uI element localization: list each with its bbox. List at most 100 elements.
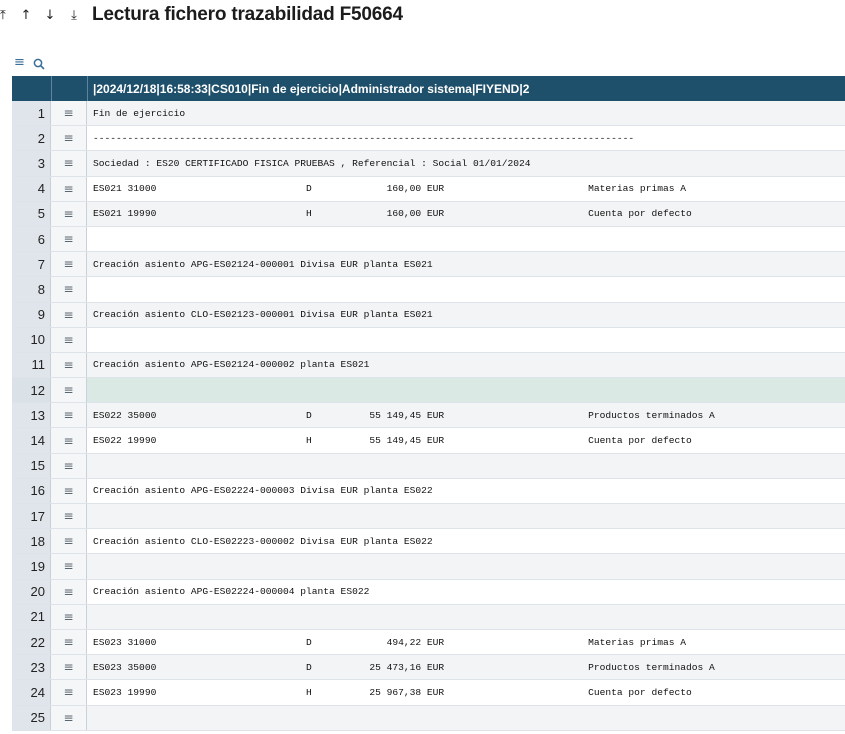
toolbar: ⤒ ↑ ↓ ⤓ Lectura fichero trazabilidad F50…	[0, 0, 845, 30]
table-row[interactable]: 4 ≡ ES021 31000 D 160,00 EUR Materias prim…	[12, 176, 845, 202]
table-body: 1 ≡ Fin de ejercicio 2 ≡ --------------------…	[12, 101, 845, 731]
table-row[interactable]: 11 ≡ Creación asiento APG-ES02124-000002 p…	[12, 352, 845, 379]
row-menu-icon[interactable]: ≡	[51, 403, 87, 428]
row-menu-icon[interactable]: ≡	[51, 126, 87, 151]
previous-record-icon[interactable]: ↑	[14, 2, 38, 28]
row-menu-icon[interactable]: ≡	[51, 151, 87, 176]
first-record-icon[interactable]: ⤒	[0, 2, 14, 28]
row-number: 22	[12, 629, 51, 655]
trace-table: |2024/12/18|16:58:33|CS010|Fin de ejerci…	[12, 76, 845, 731]
row-number: 9	[12, 302, 51, 327]
row-number: 10	[12, 327, 51, 352]
row-text	[87, 554, 845, 579]
row-number: 19	[12, 554, 51, 579]
table-row[interactable]: 13 ≡ ES022 35000 D 55 149,45 EUR Productos…	[12, 403, 845, 429]
row-menu-icon[interactable]: ≡	[51, 478, 87, 503]
row-menu-icon[interactable]: ≡	[51, 680, 87, 705]
row-number: 3	[12, 151, 51, 176]
table-row[interactable]: 19 ≡	[12, 554, 845, 580]
row-menu-icon[interactable]: ≡	[51, 554, 87, 579]
row-text: Creación asiento CLO-ES02123-000001 Divi…	[87, 302, 845, 327]
row-number: 5	[12, 201, 51, 226]
page-title: Lectura fichero trazabilidad F50664	[92, 4, 403, 25]
row-number: 4	[12, 176, 51, 201]
row-text: ES023 31000 D 494,22 EUR Materias primas…	[93, 636, 686, 648]
row-text: Fin de ejercicio	[87, 101, 845, 126]
table-row[interactable]: 9 ≡ Creación asiento CLO-ES02123-000001 Di…	[12, 302, 845, 328]
grid-tools: ≡	[14, 55, 45, 70]
table-row[interactable]: 16 ≡ Creación asiento APG-ES02224-000003 D…	[12, 478, 845, 504]
row-number: 20	[12, 579, 51, 604]
row-text: ES023 19990 H 25 967,38 EUR Cuenta por d…	[93, 686, 692, 698]
table-row[interactable]: 14 ≡ ES022 19990 H 55 149,45 EUR Cuenta po…	[12, 428, 845, 454]
row-menu-icon[interactable]: ≡	[51, 252, 87, 277]
row-menu-icon[interactable]: ≡	[51, 327, 87, 352]
row-menu-icon[interactable]: ≡	[51, 352, 87, 378]
row-menu-icon[interactable]: ≡	[51, 629, 87, 655]
header-menu-cell	[52, 76, 88, 101]
table-row[interactable]: 22 ≡ ES023 31000 D 494,22 EUR Materias pri…	[12, 629, 845, 656]
header-text: |2024/12/18|16:58:33|CS010|Fin de ejerci…	[93, 81, 530, 96]
table-row[interactable]: 7 ≡ Creación asiento APG-ES02124-000001 Di…	[12, 252, 845, 278]
row-text	[87, 453, 845, 478]
search-icon[interactable]	[33, 57, 45, 70]
table-row[interactable]: 6 ≡	[12, 226, 845, 253]
row-number: 7	[12, 252, 51, 277]
row-text: ----------------------------------------…	[93, 132, 635, 144]
row-text	[87, 277, 845, 301]
row-text: ES022 35000 D 55 149,45 EUR Productos te…	[87, 403, 845, 428]
row-menu-icon[interactable]: ≡	[51, 604, 87, 629]
row-menu-icon[interactable]: ≡	[51, 705, 87, 730]
row-text: ES021 31000 D 160,00 EUR Materias primas…	[93, 183, 686, 195]
last-record-icon[interactable]: ⤓	[62, 2, 86, 28]
table-row[interactable]: 20 ≡ Creación asiento APG-ES02224-000004 p…	[12, 579, 845, 605]
row-text	[87, 705, 845, 730]
row-menu-icon[interactable]: ≡	[51, 176, 87, 201]
row-number: 13	[12, 403, 51, 428]
row-menu-icon[interactable]: ≡	[51, 453, 87, 478]
header-row-number-cell	[12, 76, 52, 101]
table-row[interactable]: 17 ≡	[12, 504, 845, 530]
row-number: 21	[12, 604, 51, 629]
table-row[interactable]: 21 ≡	[12, 604, 845, 630]
next-record-icon[interactable]: ↓	[38, 2, 62, 28]
row-number: 23	[12, 655, 51, 680]
row-menu-icon[interactable]: ≡	[51, 579, 87, 604]
row-menu-icon[interactable]: ≡	[51, 302, 87, 327]
row-menu-icon[interactable]: ≡	[51, 529, 87, 554]
table-row[interactable]: 15 ≡	[12, 453, 845, 479]
row-menu-icon[interactable]: ≡	[51, 504, 87, 529]
row-number: 18	[12, 529, 51, 554]
table-row[interactable]: 10 ≡	[12, 327, 845, 353]
row-menu-icon[interactable]: ≡	[51, 378, 87, 403]
row-text	[87, 227, 845, 251]
row-number: 2	[12, 126, 51, 151]
table-row[interactable]: 24 ≡ ES023 19990 H 25 967,38 EUR Cuenta po…	[12, 680, 845, 706]
table-row[interactable]: 25 ≡	[12, 705, 845, 731]
grid-menu-icon[interactable]: ≡	[14, 55, 25, 70]
table-row[interactable]: 5 ≡ ES021 19990 H 160,00 EUR Cuenta por de…	[12, 201, 845, 227]
row-text: ES021 19990 H 160,00 EUR Cuenta por defe…	[87, 201, 845, 226]
table-row[interactable]: 2 ≡ --------------------------------------…	[12, 126, 845, 152]
row-menu-icon[interactable]: ≡	[51, 428, 87, 453]
table-row[interactable]: 23 ≡ ES023 35000 D 25 473,16 EUR Productos…	[12, 655, 845, 681]
table-row[interactable]: 12 ≡	[12, 378, 845, 404]
row-menu-icon[interactable]: ≡	[51, 201, 87, 226]
row-text: ES022 19990 H 55 149,45 EUR Cuenta por d…	[93, 435, 692, 447]
row-number: 11	[12, 352, 51, 378]
row-menu-icon[interactable]: ≡	[51, 277, 87, 302]
table-row[interactable]: 1 ≡ Fin de ejercicio	[12, 101, 845, 127]
row-menu-icon[interactable]: ≡	[51, 101, 87, 126]
row-number: 6	[12, 226, 51, 252]
table-row[interactable]: 18 ≡ Creación asiento CLO-ES02223-000002 D…	[12, 529, 845, 555]
row-menu-icon[interactable]: ≡	[51, 226, 87, 252]
row-text	[87, 604, 845, 629]
row-text: Creación asiento APG-ES02224-000003 Divi…	[93, 485, 433, 497]
table-row[interactable]: 8 ≡	[12, 277, 845, 303]
row-menu-icon[interactable]: ≡	[51, 655, 87, 680]
row-text	[87, 378, 845, 403]
table-header: |2024/12/18|16:58:33|CS010|Fin de ejerci…	[12, 76, 845, 101]
row-number: 12	[12, 378, 51, 403]
row-text: Creación asiento CLO-ES02223-000002 Divi…	[93, 535, 433, 547]
table-row[interactable]: 3 ≡ Sociedad : ES20 CERTIFICADO FISICA PRU…	[12, 151, 845, 177]
